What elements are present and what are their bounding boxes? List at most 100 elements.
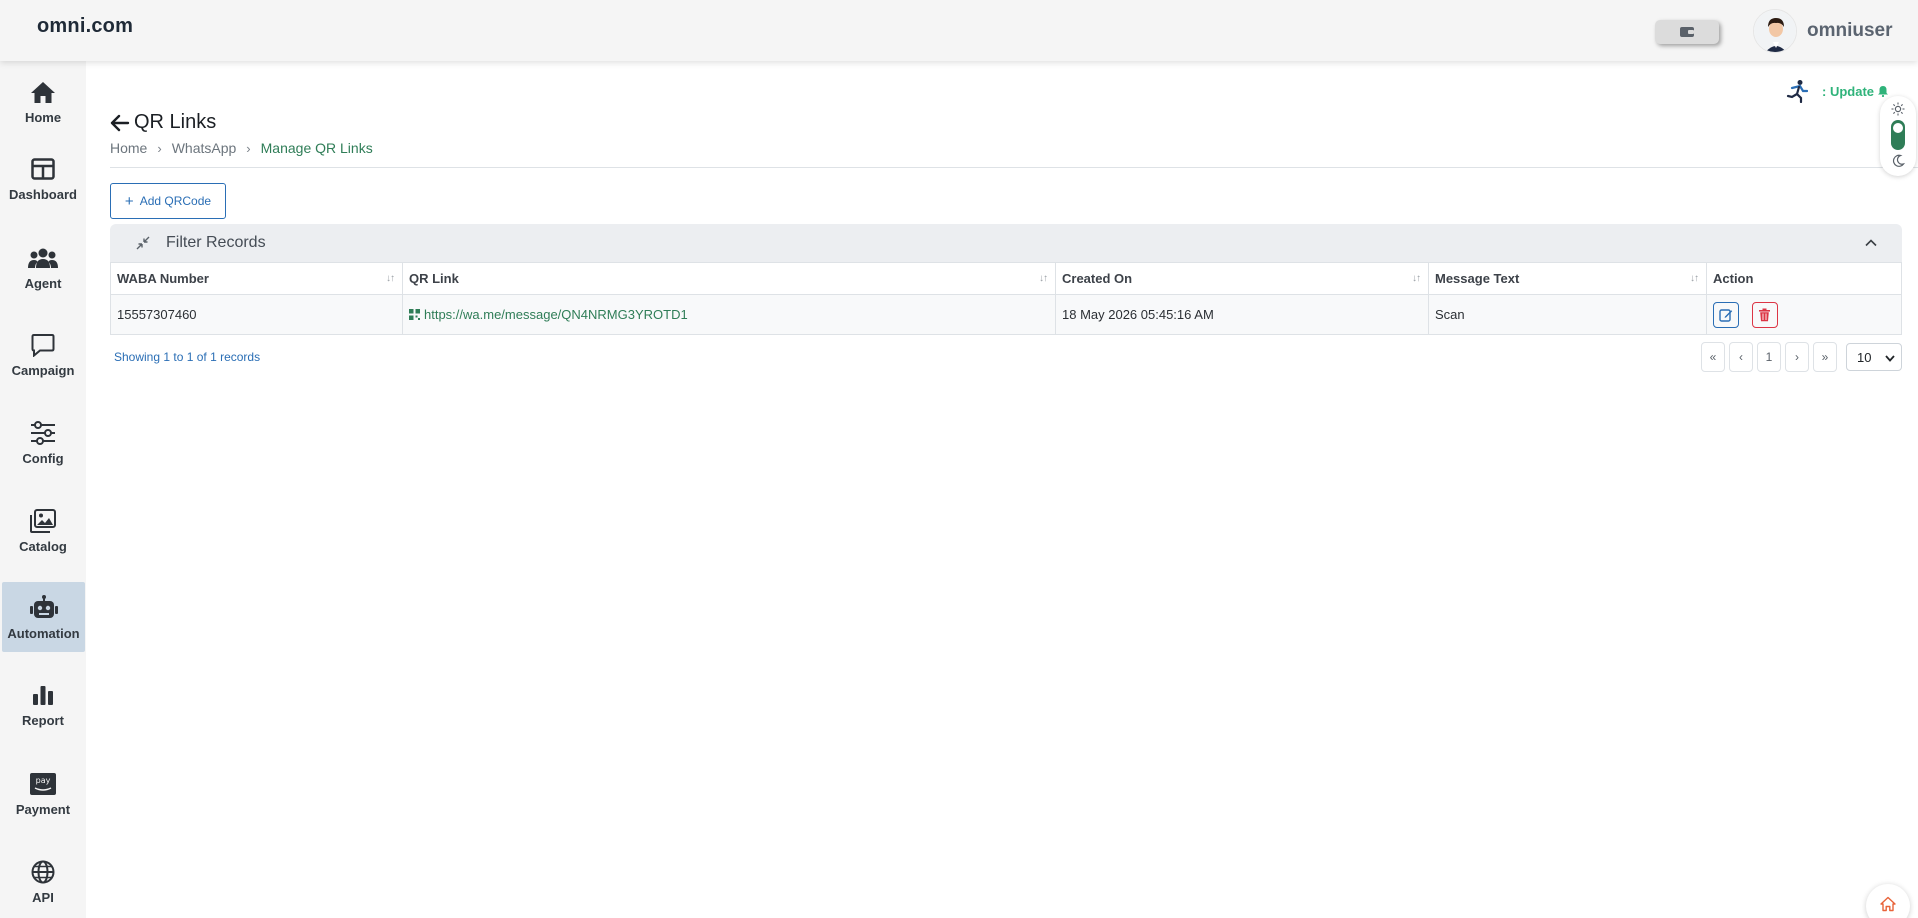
last-page-button[interactable]: »: [1813, 342, 1837, 372]
column-header-action: Action: [1706, 262, 1902, 295]
qr-links-table: WABA Number ↓↑ QR Link ↓↑ Created On ↓↑ Mes…: [110, 262, 1902, 335]
runner-icon: [1786, 80, 1808, 103]
sort-icon[interactable]: ↓↑: [1690, 273, 1699, 284]
sidebar-item-label: Dashboard: [9, 187, 77, 202]
theme-toggle[interactable]: [1880, 96, 1916, 176]
sidebar-item-label: Campaign: [11, 363, 75, 378]
sort-icon[interactable]: ↓↑: [1412, 273, 1421, 284]
breadcrumb-whatsapp[interactable]: WhatsApp: [172, 140, 237, 156]
brand-logo[interactable]: omni.com: [37, 15, 133, 38]
sidebar-item-config[interactable]: Config: [0, 407, 86, 477]
sort-icon[interactable]: ↓↑: [386, 273, 395, 284]
sidebar-item-home[interactable]: Home: [0, 66, 86, 136]
filter-records-panel[interactable]: Filter Records: [110, 224, 1902, 262]
next-page-button[interactable]: ›: [1785, 342, 1809, 372]
theme-switch-knob: [1893, 123, 1903, 133]
page-size-select[interactable]: 10: [1846, 343, 1902, 371]
cell-created-on: 18 May 2026 05:45:16 AM: [1055, 294, 1429, 335]
sun-icon: [1891, 102, 1905, 116]
catalog-icon: [28, 506, 58, 536]
dashboard-icon: [28, 154, 58, 184]
top-header: omni.com omniuser: [0, 0, 1918, 61]
sidebar: Home Dashboard Agent Campaign Config Cat…: [0, 61, 86, 918]
table-header-row: WABA Number ↓↑ QR Link ↓↑ Created On ↓↑ Mes…: [110, 262, 1902, 295]
cell-action: [1706, 294, 1902, 335]
sidebar-item-label: Agent: [24, 276, 62, 291]
column-header-message-text[interactable]: Message Text ↓↑: [1428, 262, 1707, 295]
sort-icon[interactable]: ↓↑: [1039, 273, 1048, 284]
agent-icon: [28, 243, 58, 273]
breadcrumb: Home › WhatsApp › Manage QR Links: [110, 140, 373, 156]
sidebar-item-label: Payment: [15, 802, 71, 817]
campaign-icon: [28, 330, 58, 360]
chevron-down-icon: [1885, 355, 1895, 362]
api-icon: [28, 857, 58, 887]
records-summary: Showing 1 to 1 of 1 records: [114, 350, 261, 364]
edit-button[interactable]: [1713, 301, 1739, 328]
sidebar-item-automation[interactable]: Automation: [2, 582, 85, 652]
edit-icon: [1719, 308, 1733, 322]
filter-records-title: Filter Records: [166, 234, 266, 251]
sidebar-item-label: Report: [22, 713, 64, 728]
qr-code-icon: [409, 308, 420, 320]
sidebar-item-label: Catalog: [19, 539, 67, 554]
update-label: : Update: [1822, 83, 1874, 99]
collapse-arrows-icon: [136, 236, 150, 250]
pagination: « ‹ 1 › »: [1701, 342, 1841, 372]
cell-waba-number: 15557307460: [110, 294, 403, 335]
wallet-icon: [1680, 27, 1694, 37]
chevron-up-icon[interactable]: [1864, 236, 1878, 250]
update-notice[interactable]: : Update: [1786, 79, 1889, 103]
cell-qr-link: https://wa.me/message/QN4NRMG3YROTD1: [402, 294, 1056, 335]
config-icon: [28, 418, 58, 448]
sidebar-item-api[interactable]: API: [0, 846, 86, 916]
trash-icon: [1759, 308, 1771, 321]
qr-link[interactable]: https://wa.me/message/QN4NRMG3YROTD1: [409, 307, 688, 322]
sidebar-item-label: Config: [22, 451, 64, 466]
sidebar-item-payment[interactable]: pay Payment: [0, 758, 86, 828]
sidebar-item-label: Home: [24, 110, 62, 125]
plus-icon: +: [124, 192, 134, 210]
sidebar-item-campaign[interactable]: Campaign: [0, 319, 86, 389]
delete-button[interactable]: [1751, 301, 1778, 328]
moon-icon: [1893, 154, 1905, 167]
payment-icon: pay: [28, 769, 58, 799]
back-arrow-icon[interactable]: [110, 113, 130, 133]
page-1-button[interactable]: 1: [1757, 342, 1781, 372]
chevron-right-icon: ›: [157, 140, 162, 156]
chevron-right-icon: ›: [246, 140, 251, 156]
add-qrcode-label: Add QRCode: [139, 194, 212, 208]
automation-icon: [29, 593, 59, 623]
add-qrcode-button[interactable]: + Add QRCode: [110, 183, 226, 219]
first-page-button[interactable]: «: [1701, 342, 1725, 372]
page-title: QR Links: [110, 111, 216, 134]
breadcrumb-home[interactable]: Home: [110, 140, 147, 156]
column-header-qr-link[interactable]: QR Link ↓↑: [402, 262, 1056, 295]
sidebar-item-dashboard[interactable]: Dashboard: [0, 143, 86, 213]
sidebar-item-label: API: [32, 890, 54, 905]
qr-link-text: https://wa.me/message/QN4NRMG3YROTD1: [424, 306, 688, 322]
home-icon: [1880, 896, 1896, 912]
avatar[interactable]: [1753, 9, 1797, 53]
sidebar-item-report[interactable]: Report: [0, 669, 86, 739]
page-size-value: 10: [1857, 349, 1872, 365]
home-icon: [28, 77, 58, 107]
prev-page-button[interactable]: ‹: [1729, 342, 1753, 372]
username[interactable]: omniuser: [1807, 20, 1893, 42]
main-content: QR Links Home › WhatsApp › Manage QR Lin…: [86, 61, 1918, 918]
bell-icon: [1878, 86, 1888, 97]
divider: [110, 167, 1918, 168]
sidebar-item-catalog[interactable]: Catalog: [0, 495, 86, 565]
user-avatar-icon: [1754, 10, 1796, 52]
report-icon: [28, 680, 58, 710]
svg-text:pay: pay: [36, 776, 51, 785]
breadcrumb-current: Manage QR Links: [260, 140, 373, 156]
sidebar-item-agent[interactable]: Agent: [0, 232, 86, 302]
page-title-text: QR Links: [134, 111, 217, 133]
cell-message-text: Scan: [1428, 294, 1707, 335]
column-header-waba-number[interactable]: WABA Number ↓↑: [110, 262, 403, 295]
sidebar-item-label: Automation: [7, 626, 80, 641]
table-row: 15557307460 https://wa.me/message/QN4NRM…: [110, 294, 1902, 335]
wallet-button[interactable]: [1655, 20, 1719, 44]
column-header-created-on[interactable]: Created On ↓↑: [1055, 262, 1429, 295]
